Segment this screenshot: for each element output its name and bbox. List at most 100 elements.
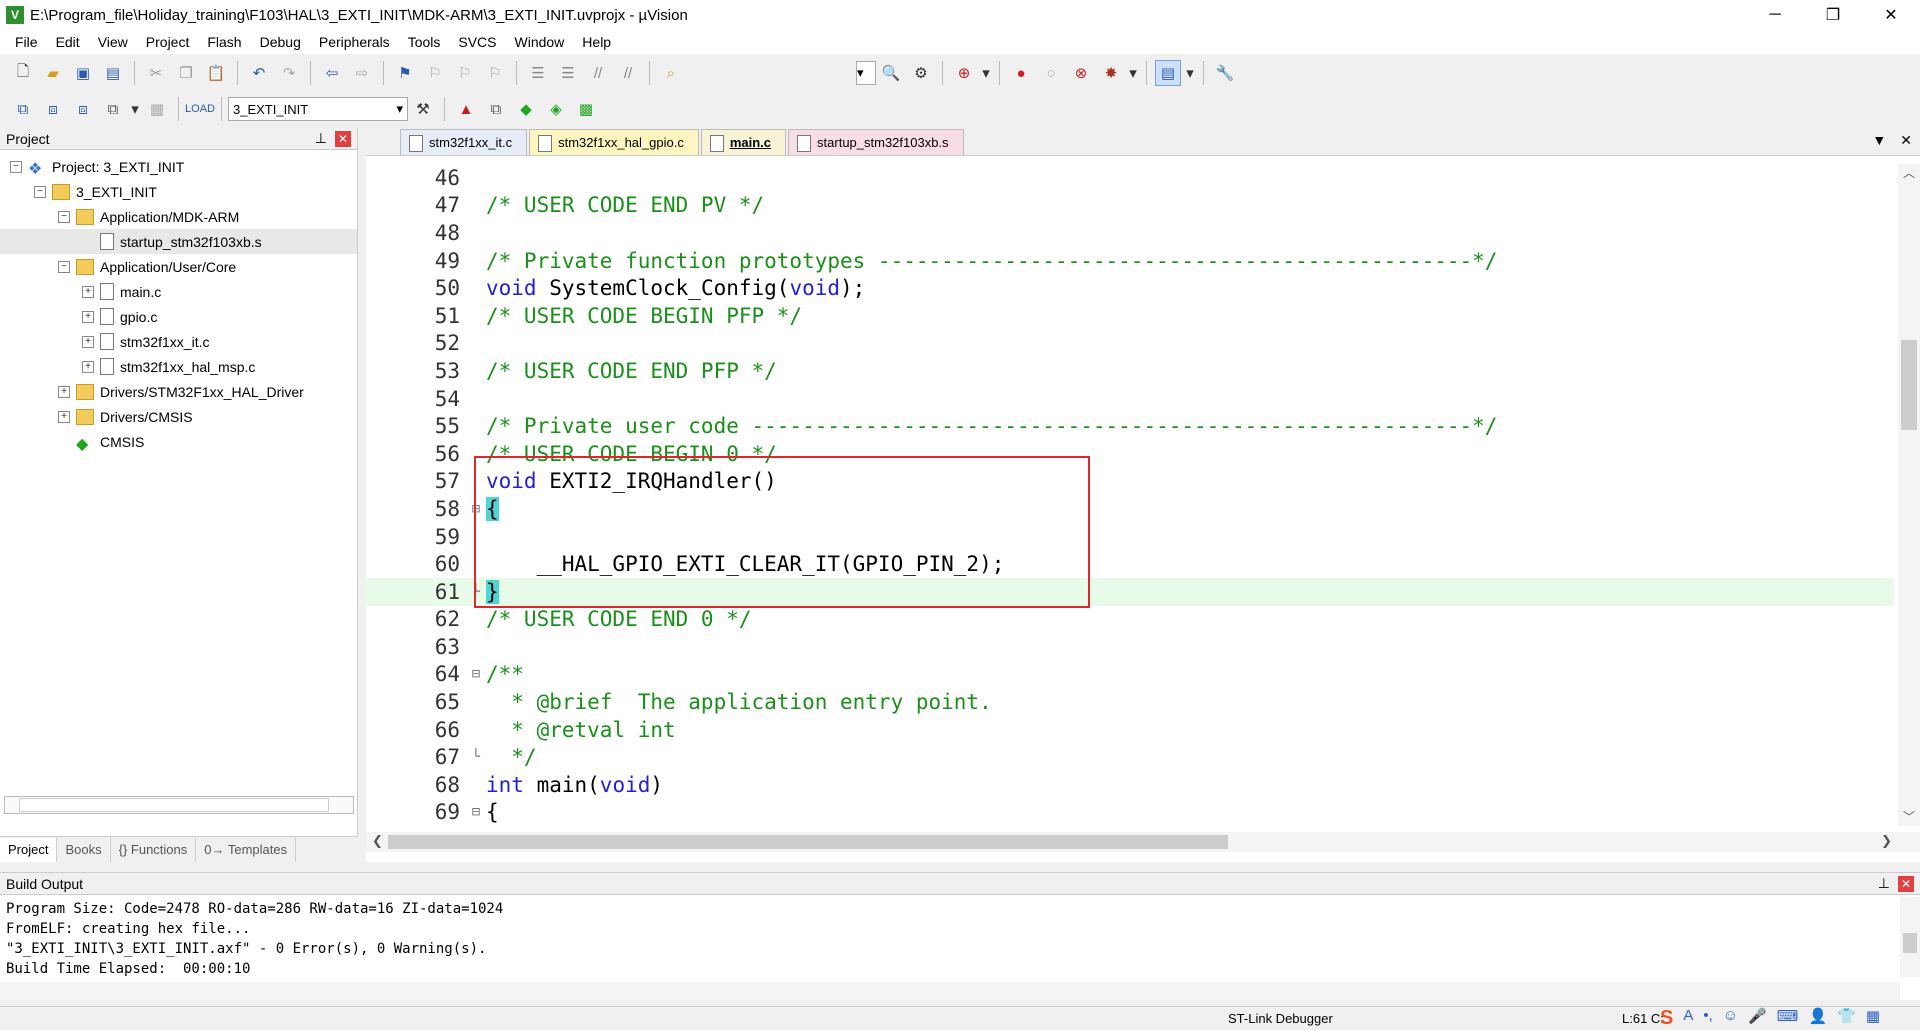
scrollbar-thumb[interactable]	[19, 798, 329, 812]
indent-icon[interactable]: ☰	[525, 60, 551, 86]
breakpoint-all-icon[interactable]: ✸	[1098, 60, 1124, 86]
tree-node-file[interactable]: + gpio.c	[0, 304, 357, 329]
scroll-down-icon[interactable]: ﹀	[1898, 808, 1920, 826]
code-line[interactable]: 50 void SystemClock_Config(void);	[366, 274, 1894, 302]
emoji-icon[interactable]: ☺	[1723, 1007, 1738, 1030]
tree-node-file[interactable]: startup_stm32f103xb.s	[0, 229, 357, 254]
tree-node-group[interactable]: + Drivers/STM32F1xx_HAL_Driver	[0, 379, 357, 404]
scrollbar-thumb[interactable]	[388, 835, 1228, 849]
collapse-icon[interactable]: −	[58, 260, 70, 273]
restore-button[interactable]: ❐	[1804, 0, 1862, 30]
tree-node-group[interactable]: − Application/User/Core	[0, 254, 357, 279]
save-icon[interactable]: ▣	[70, 60, 96, 86]
nav-forward-icon[interactable]: ⇨	[349, 60, 375, 86]
tree-node-component[interactable]: ◆ CMSIS	[0, 429, 357, 454]
incremental-find-icon[interactable]: 🔍	[878, 60, 904, 86]
tree-node-target[interactable]: − 3_EXTI_INIT	[0, 179, 357, 204]
save-all-icon[interactable]: ▤	[100, 60, 126, 86]
tab-books[interactable]: Books	[57, 837, 111, 862]
tab-functions[interactable]: {} Functions	[111, 837, 197, 862]
window-layout-icon[interactable]: ▤	[1155, 60, 1181, 86]
copy-icon[interactable]: ❐	[173, 60, 199, 86]
punctuation-icon[interactable]: •,	[1703, 1007, 1712, 1030]
code-line[interactable]: 49 /* Private function prototypes -------…	[366, 247, 1894, 275]
dropdown-arrow-icon[interactable]: ▾	[1128, 60, 1138, 86]
code-line[interactable]: 47 /* USER CODE END PV */	[366, 192, 1894, 220]
dropdown-arrow-icon[interactable]: ▾	[1185, 60, 1195, 86]
bookmark-clear-icon[interactable]: ⚐	[482, 60, 508, 86]
cut-icon[interactable]: ✂	[143, 60, 169, 86]
scrollbar-thumb[interactable]	[1903, 933, 1917, 953]
menu-file[interactable]: File	[6, 34, 47, 50]
code-line[interactable]: 69 ⊟{	[366, 799, 1894, 826]
code-line[interactable]: 68 int main(void)	[366, 771, 1894, 799]
build-horizontal-scrollbar[interactable]	[0, 982, 1900, 1000]
sogou-ime-icon[interactable]: S	[1660, 1007, 1673, 1030]
comment-icon[interactable]: //	[585, 60, 611, 86]
bookmark-next-icon[interactable]: ⚐	[452, 60, 478, 86]
close-window-button[interactable]: ✕	[1862, 0, 1920, 30]
tab-project[interactable]: Project	[0, 837, 58, 862]
code-line[interactable]: 64 ⊟/**	[366, 661, 1894, 689]
code-line[interactable]: 63	[366, 633, 1894, 661]
unindent-icon[interactable]: ☰	[555, 60, 581, 86]
manage-books-icon[interactable]: ⧉	[483, 96, 509, 122]
expand-icon[interactable]: +	[58, 410, 70, 423]
expand-icon[interactable]: +	[82, 360, 94, 373]
breakpoint-kill-icon[interactable]: ⊗	[1068, 60, 1094, 86]
menu-svcs[interactable]: SVCS	[449, 34, 505, 50]
grid-menu-icon[interactable]: ▦	[1866, 1007, 1880, 1030]
collapse-icon[interactable]: −	[10, 160, 22, 173]
find-combo-arrow[interactable]: ▾	[856, 61, 876, 85]
stop-build-icon[interactable]: ▦	[144, 96, 170, 122]
code-line[interactable]: 62 /* USER CODE END 0 */	[366, 606, 1894, 634]
menu-tools[interactable]: Tools	[399, 34, 450, 50]
collapse-icon[interactable]: −	[34, 185, 46, 198]
collapse-icon[interactable]: −	[58, 210, 70, 223]
code-line[interactable]: 46	[366, 164, 1894, 192]
tree-node-group[interactable]: + Drivers/CMSIS	[0, 404, 357, 429]
run-time-env-icon[interactable]: ▩	[573, 96, 599, 122]
user-icon[interactable]: 👤	[1808, 1007, 1827, 1030]
batch-build-icon[interactable]: ⧉	[100, 96, 126, 122]
close-icon[interactable]: ✕	[335, 130, 351, 147]
target-select[interactable]: 3_EXTI_INIT ▾	[228, 97, 408, 121]
menu-project[interactable]: Project	[137, 34, 199, 50]
bookmark-icon[interactable]: ⚑	[392, 60, 418, 86]
editor-vertical-scrollbar[interactable]: ︿ ﹀	[1898, 164, 1920, 826]
scroll-up-icon[interactable]: ︿	[1898, 164, 1920, 182]
tree-node-file[interactable]: + stm32f1xx_it.c	[0, 329, 357, 354]
breakpoint-disable-icon[interactable]: ○	[1038, 60, 1064, 86]
pin-icon[interactable]: ⊥	[1878, 875, 1890, 892]
tab-startup[interactable]: startup_stm32f103xb.s	[788, 129, 964, 155]
code-line[interactable]: 55 /* Private user code -----------------…	[366, 412, 1894, 440]
menu-window[interactable]: Window	[506, 34, 574, 50]
tree-node-file[interactable]: + stm32f1xx_hal_msp.c	[0, 354, 357, 379]
ime-letter-icon[interactable]: A	[1683, 1007, 1693, 1030]
expand-icon[interactable]: +	[82, 285, 94, 298]
menu-edit[interactable]: Edit	[47, 34, 89, 50]
fold-marker-icon[interactable]: ⊟	[466, 666, 486, 682]
tab-stm32f1xx-hal-gpio[interactable]: stm32f1xx_hal_gpio.c	[529, 129, 699, 155]
dropdown-arrow-icon[interactable]: ▾	[130, 96, 140, 122]
target-options-icon[interactable]: ⚒	[410, 96, 436, 122]
breakpoint-icon[interactable]: ●	[1008, 60, 1034, 86]
open-file-icon[interactable]: ▰	[40, 60, 66, 86]
minimize-button[interactable]: ─	[1746, 0, 1804, 30]
fold-marker-icon[interactable]: ⊟	[466, 804, 486, 820]
editor-horizontal-scrollbar[interactable]: ❮ ❯	[366, 832, 1920, 852]
debug-session-icon[interactable]: ⊕	[951, 60, 977, 86]
tshirt-skin-icon[interactable]: 👕	[1837, 1007, 1856, 1030]
menu-help[interactable]: Help	[573, 34, 620, 50]
code-line[interactable]: 66 * @retval int	[366, 716, 1894, 744]
undo-icon[interactable]: ↶	[246, 60, 272, 86]
pin-icon[interactable]: ⊥	[315, 130, 327, 147]
build-vertical-scrollbar[interactable]	[1900, 897, 1920, 977]
tab-list-dropdown-icon[interactable]: ▼	[1872, 132, 1886, 149]
tree-node-file[interactable]: + main.c	[0, 279, 357, 304]
scroll-right-icon[interactable]: ❯	[1881, 833, 1892, 849]
code-line[interactable]: 51 /* USER CODE BEGIN PFP */	[366, 302, 1894, 330]
expand-icon[interactable]: +	[82, 335, 94, 348]
code-line[interactable]: 52	[366, 330, 1894, 358]
tab-stm32f1xx-it[interactable]: stm32f1xx_it.c	[400, 129, 528, 155]
